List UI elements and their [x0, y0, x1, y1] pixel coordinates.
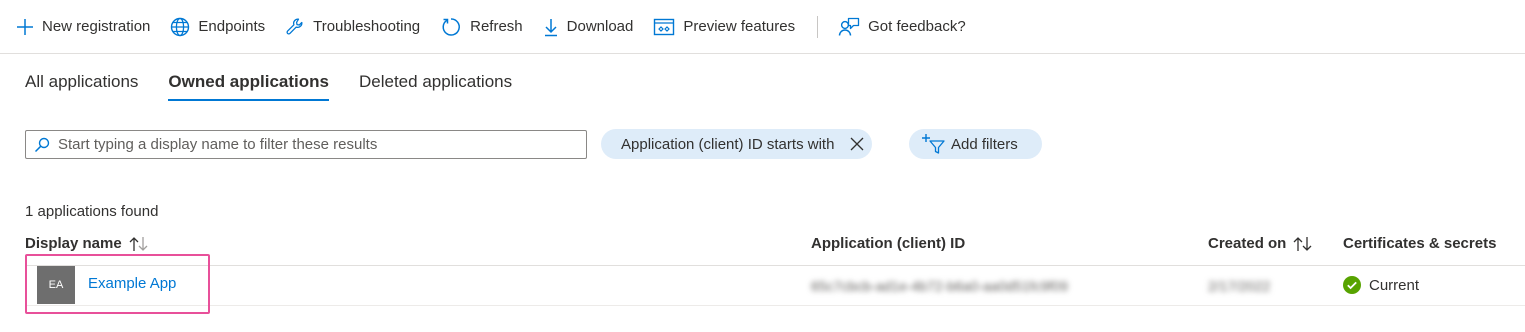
got-feedback-button[interactable]: Got feedback?: [838, 17, 966, 37]
download-button[interactable]: Download: [543, 17, 634, 37]
endpoints-label: Endpoints: [198, 18, 266, 35]
troubleshooting-button[interactable]: Troubleshooting: [285, 17, 420, 37]
column-header-display-name-label: Display name: [25, 235, 122, 252]
new-registration-button[interactable]: New registration: [16, 18, 150, 36]
preview-features-label: Preview features: [683, 18, 796, 35]
created-on-value: 2/17/2022: [1208, 278, 1271, 294]
selection-highlight: [25, 254, 210, 314]
refresh-label: Refresh: [470, 18, 523, 35]
results-count: 1 applications found: [25, 203, 159, 220]
command-bar: New registration Endpoints Troubleshooti…: [0, 0, 1525, 54]
search-icon: [34, 137, 50, 152]
column-header-certificates-secrets: Certificates & secrets: [1343, 235, 1497, 252]
check-circle-icon: [1343, 276, 1361, 294]
preview-features-button[interactable]: Preview features: [653, 18, 795, 36]
add-filter-icon: [922, 134, 945, 154]
tab-all-applications[interactable]: All applications: [25, 72, 138, 101]
column-header-created-on-label: Created on: [1208, 235, 1287, 252]
add-filters-button[interactable]: Add filters: [909, 129, 1042, 159]
remove-filter-button[interactable]: [850, 137, 864, 151]
download-label: Download: [566, 18, 634, 35]
add-filters-label: Add filters: [951, 135, 1018, 153]
status-badge: Current: [1343, 276, 1419, 294]
refresh-button[interactable]: Refresh: [440, 16, 523, 38]
download-icon: [544, 18, 557, 36]
filter-pill-client-id[interactable]: Application (client) ID starts with: [601, 129, 873, 159]
endpoints-button[interactable]: Endpoints: [170, 17, 265, 37]
column-header-display-name[interactable]: Display name: [25, 235, 150, 252]
preview-features-icon: [654, 18, 675, 35]
client-id-value: 65c7cbcb-ad1e-4b72-b6a0-aa0d51fc9f09: [811, 278, 1068, 294]
tab-deleted-applications[interactable]: Deleted applications: [359, 72, 512, 101]
table-header-divider: [25, 265, 1525, 266]
table-row-divider: [25, 305, 1525, 306]
new-registration-label: New registration: [42, 18, 151, 35]
wrench-icon: [286, 18, 303, 34]
got-feedback-label: Got feedback?: [868, 18, 966, 35]
app-tabs: All applications Owned applications Dele…: [25, 72, 542, 101]
close-icon: [850, 137, 864, 151]
troubleshooting-label: Troubleshooting: [313, 18, 421, 35]
toolbar-divider: [817, 15, 819, 38]
search-input[interactable]: [56, 135, 580, 154]
search-box: [25, 130, 587, 159]
refresh-icon: [442, 17, 461, 36]
plus-icon: [17, 18, 33, 35]
column-header-client-id: Application (client) ID: [811, 235, 966, 252]
sort-icon: [129, 236, 148, 251]
globe-icon: [171, 17, 190, 36]
sort-icon: [1293, 236, 1312, 251]
certs-status-label: Current: [1369, 276, 1420, 294]
feedback-icon: [838, 17, 860, 36]
filter-pill-label: Application (client) ID starts with: [621, 135, 835, 153]
column-header-created-on[interactable]: Created on: [1208, 235, 1314, 252]
tab-owned-applications[interactable]: Owned applications: [168, 72, 329, 101]
